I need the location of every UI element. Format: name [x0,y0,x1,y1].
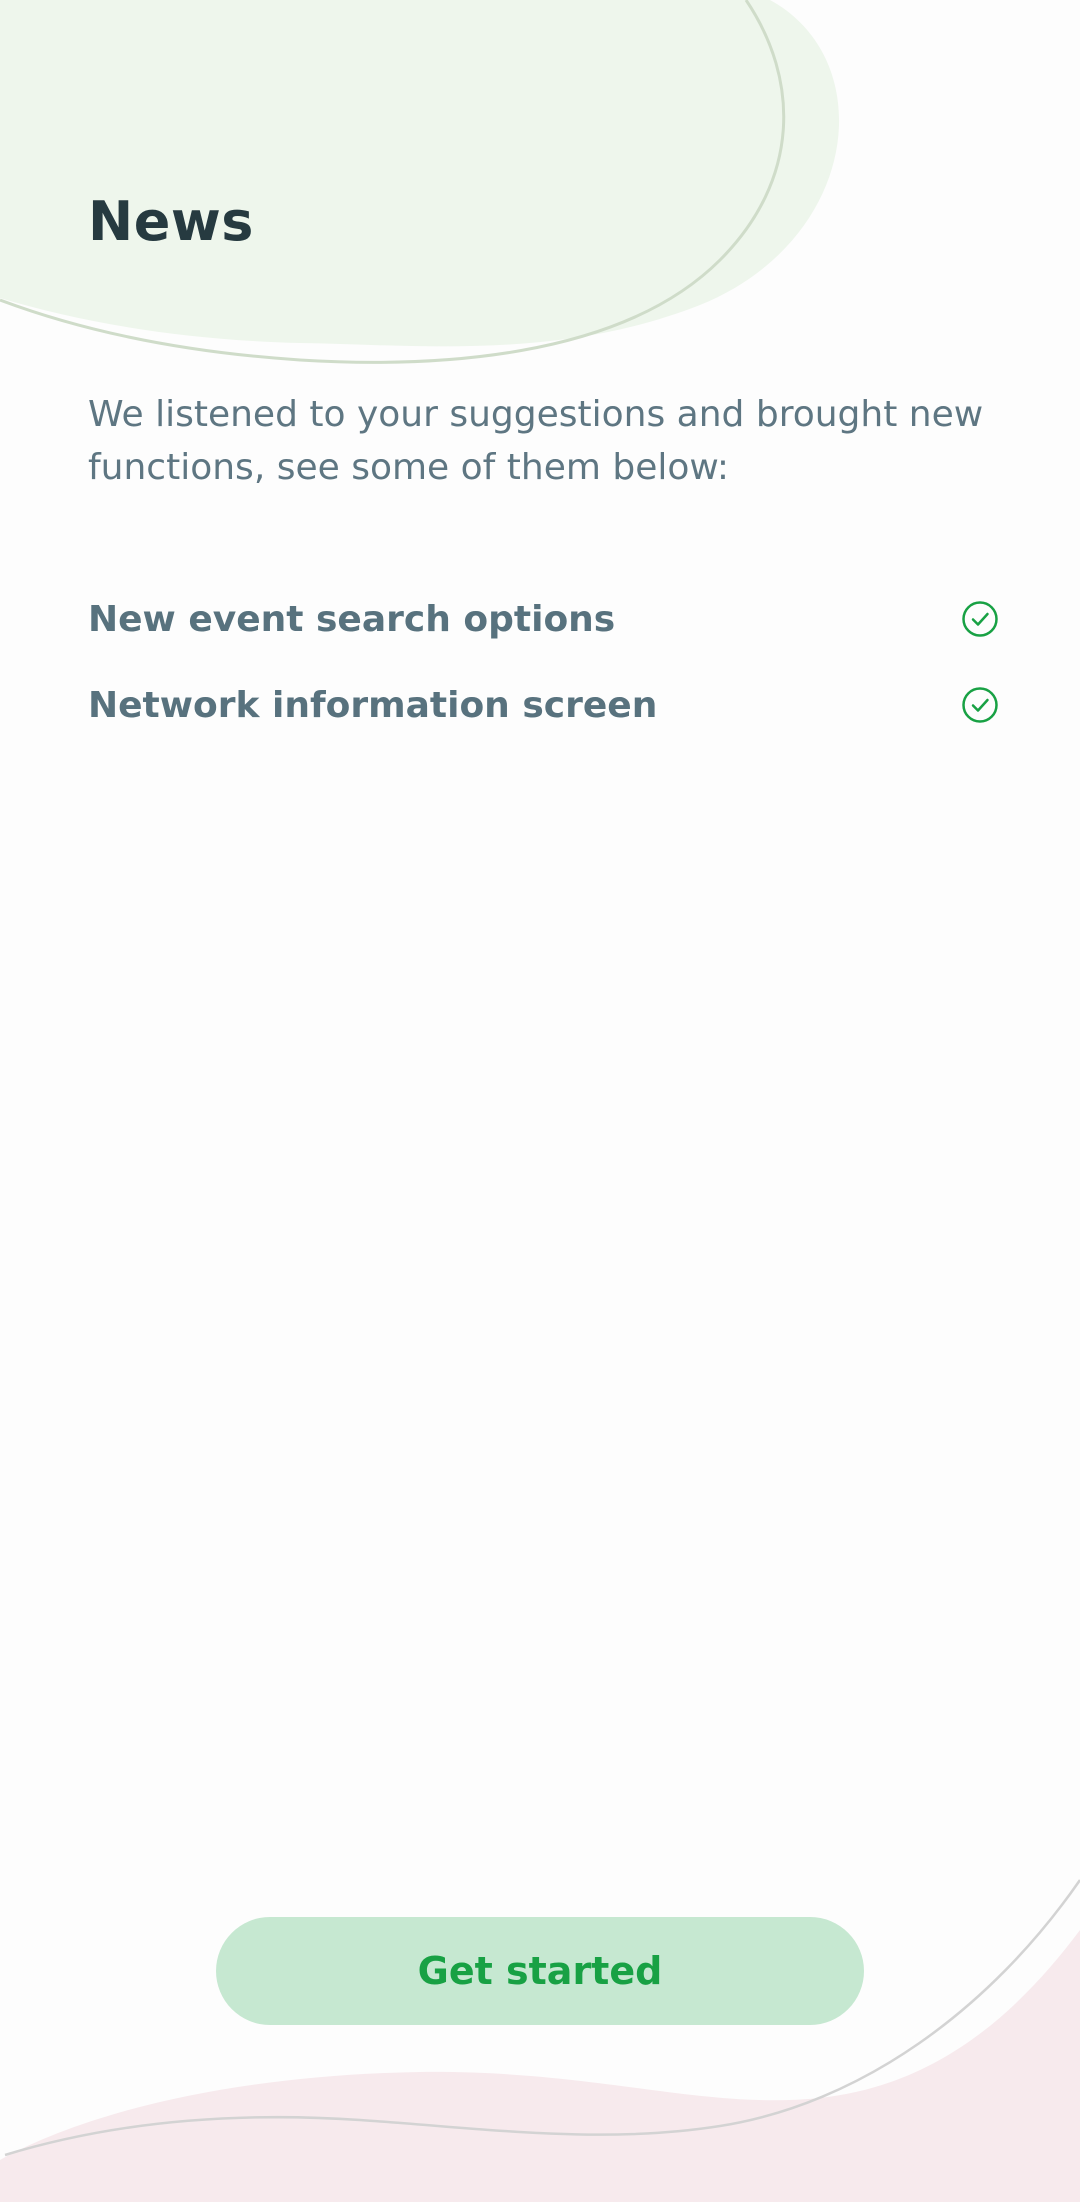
intro-text: We listened to your suggestions and brou… [88,394,984,488]
get-started-button[interactable]: Get started [216,1917,864,2025]
background-decoration [0,0,1080,2202]
feature-label: New event search options [88,598,616,640]
top-blob-shape [0,0,840,347]
feature-item: Network information screen [88,662,1000,748]
check-circle-icon [960,685,1000,725]
check-circle-icon [960,599,1000,639]
news-screen: News We listened to your suggestions and… [0,0,1080,2202]
page-title: News [88,190,254,253]
feature-list: New event search options Network informa… [88,576,1000,748]
feature-label: Network information screen [88,684,658,726]
feature-item: New event search options [88,576,1000,662]
